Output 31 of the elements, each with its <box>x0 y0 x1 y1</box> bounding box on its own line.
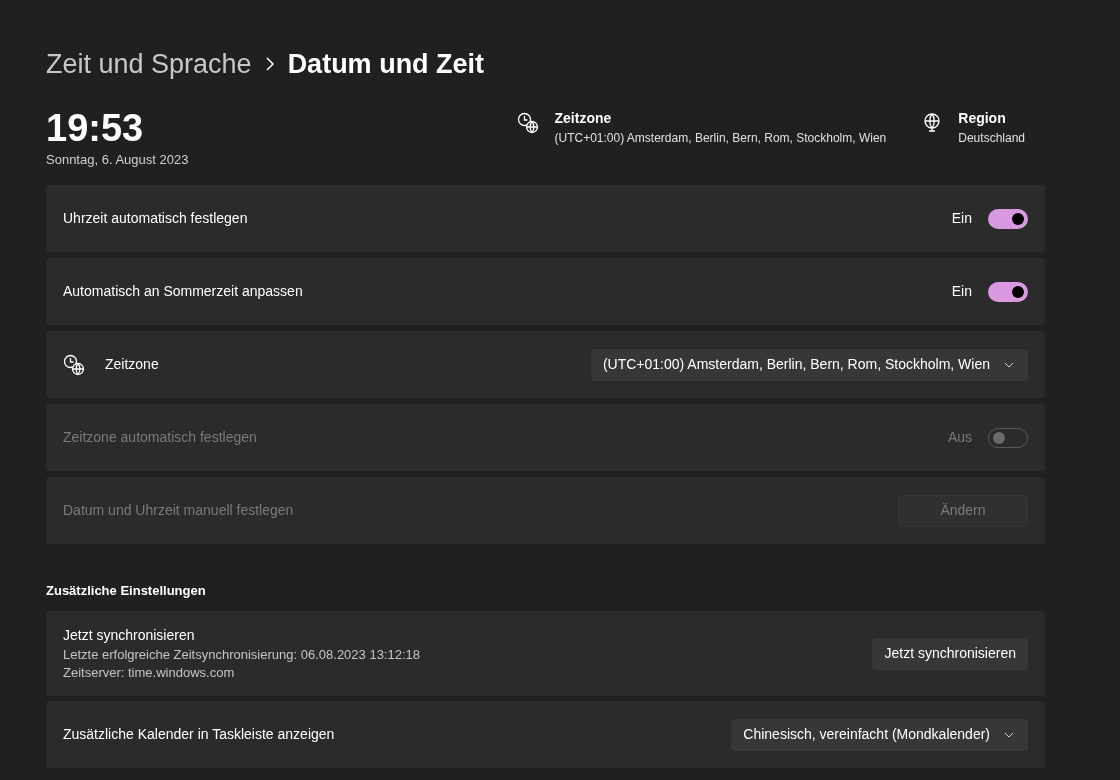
chevron-right-icon <box>265 57 274 71</box>
info-title: Zeitzone <box>554 109 613 128</box>
toggle-switch[interactable] <box>988 208 1028 229</box>
setting-label: Datum und Uhrzeit manuell festlegen <box>63 501 295 520</box>
info-value: (UTC+01:00) Amsterdam, Berlin, Bern, Rom, Stockholm, Wien <box>554 130 887 147</box>
toggle-state-label: Ein <box>951 282 972 301</box>
action-button[interactable]: Jetzt synchronisieren <box>872 637 1028 670</box>
chevron-down-icon <box>1004 731 1014 738</box>
setting-label: Zeitzone automatisch festlegen <box>63 428 258 447</box>
dropdown[interactable]: (UTC+01:00) Amsterdam, Berlin, Bern, Rom, Stockholm, Wien <box>590 348 1028 381</box>
toggle-state-label: Ein <box>951 209 972 228</box>
dropdown[interactable]: Chinesisch, vereinfacht (Mondkalender) <box>731 718 1028 751</box>
globe-icon <box>922 112 943 132</box>
setting-label: Zusätzliche Kalender in Taskleiste anzeigen <box>63 725 336 744</box>
setting-label: Automatisch an Sommerzeit anpassen <box>63 282 304 301</box>
setting-label: Jetzt synchronisieren <box>63 626 196 645</box>
current-date: Sonntag, 6. August 2023 <box>46 151 190 169</box>
info-title: Region <box>958 109 1007 128</box>
toggle-state-label: Aus <box>947 428 972 447</box>
setting-label: Uhrzeit automatisch festlegen <box>63 209 249 228</box>
info-value: Deutschland <box>958 130 1025 147</box>
chevron-down-icon <box>1004 361 1014 368</box>
section-heading: Zusätzliche Einstellungen <box>46 583 206 598</box>
setting-detail: Letzte erfolgreiche Zeitsynchronisierung: 06.08.2023 13:12:18 <box>63 646 421 664</box>
setting-detail: Zeitserver: time.windows.com <box>63 664 236 682</box>
toggle-switch[interactable] <box>988 281 1028 302</box>
clock-globe-icon <box>516 112 539 134</box>
setting-label: Zeitzone <box>105 355 160 374</box>
current-time: 19:53 <box>46 106 145 150</box>
page-title: Datum und Zeit <box>287 47 485 81</box>
breadcrumb-parent[interactable]: Zeit und Sprache <box>46 43 252 85</box>
